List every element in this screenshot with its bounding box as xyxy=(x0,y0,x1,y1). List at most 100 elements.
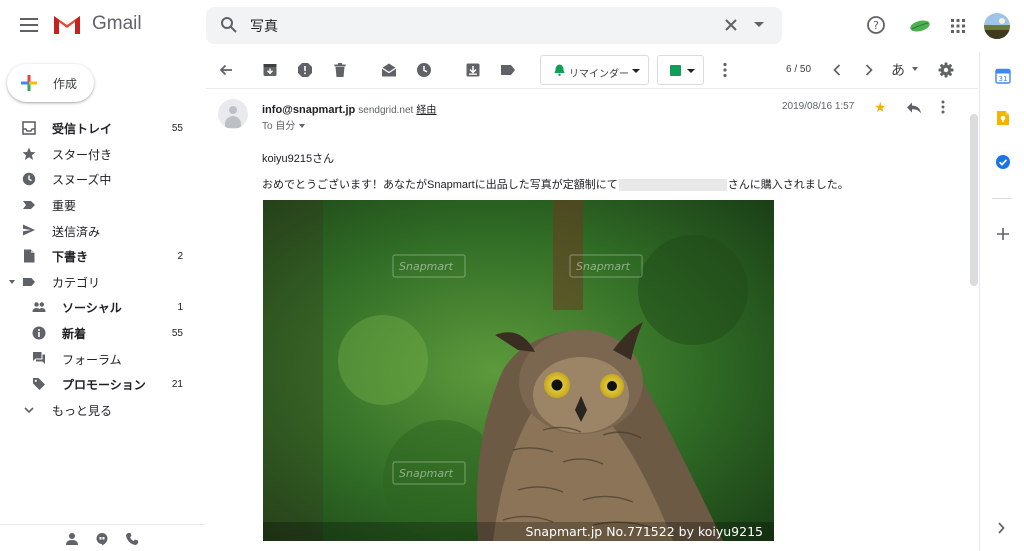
sidebar-item-label: ソーシャル xyxy=(62,301,122,316)
sidebar-item-starred[interactable]: スター付き xyxy=(0,142,205,168)
message-scrollbar[interactable] xyxy=(970,114,978,286)
labels-icon[interactable] xyxy=(500,62,516,78)
input-tools-button[interactable]: あ xyxy=(891,60,905,80)
gmail-app: Gmail ? xyxy=(0,0,1024,551)
watermark-text: Snapmart xyxy=(399,260,454,273)
sidebar-item-important[interactable]: 重要 xyxy=(0,193,205,219)
owl-photo[interactable]: Snapmart Snapmart Snapmart Snapmart.jp N… xyxy=(263,200,774,541)
search-bar[interactable] xyxy=(206,7,782,44)
sidebar-item-snoozed[interactable]: スヌーズ中 xyxy=(0,167,205,193)
body-part-2: が定額制にて xyxy=(551,179,618,191)
back-arrow-icon[interactable] xyxy=(218,62,234,78)
reminder-dropdown[interactable]: リマインダー xyxy=(540,55,649,85)
more-actions-icon[interactable] xyxy=(723,62,727,78)
sidebar-nav: 受信トレイ 55 スター付き スヌーズ中 重要 送信済み 下書き 2 カテゴリ … xyxy=(0,116,205,423)
sidebar-item-label: 新着 xyxy=(62,327,87,342)
greeting-text: koiyu9215さん xyxy=(262,153,335,165)
note-color-dropdown[interactable] xyxy=(657,55,704,85)
sidebar-item-label: 重要 xyxy=(52,199,77,214)
phone-icon[interactable] xyxy=(125,532,139,546)
important-icon xyxy=(23,200,35,209)
top-bar: Gmail ? xyxy=(0,0,1024,52)
bell-icon xyxy=(554,64,565,76)
sidebar-item-updates[interactable]: 新着 55 xyxy=(0,321,205,347)
recipient-details[interactable]: To 自分 xyxy=(262,117,306,132)
message-more-icon[interactable] xyxy=(941,100,945,114)
settings-gear-icon[interactable] xyxy=(938,62,954,78)
sender-avatar[interactable] xyxy=(218,99,248,129)
sidebar-item-more[interactable]: もっと見る xyxy=(0,398,205,424)
body-part-3: さんに購入されました。 xyxy=(727,179,849,191)
sidebar-item-label: 送信済み xyxy=(52,224,101,239)
sidebar-item-count: 55 xyxy=(171,328,183,340)
contacts-icon[interactable] xyxy=(65,532,79,546)
sidebar-item-forums[interactable]: フォーラム xyxy=(0,346,205,372)
compose-button[interactable]: 作成 xyxy=(7,64,94,102)
help-icon[interactable]: ? xyxy=(866,15,886,35)
sidebar-item-label: 下書き xyxy=(52,250,89,265)
message-view: リマインダー 6 / 50 あ info@snapmart.jp sendgri… xyxy=(206,52,978,551)
sender-line: info@snapmart.jp sendgrid.net 経由 xyxy=(262,101,436,116)
get-addons-plus-icon[interactable] xyxy=(995,226,1011,242)
note-icon xyxy=(670,65,681,76)
snooze-icon[interactable] xyxy=(416,62,432,78)
keep-icon[interactable] xyxy=(995,110,1011,126)
star-toggle-icon[interactable]: ★ xyxy=(874,99,887,116)
sidebar-item-label: スヌーズ中 xyxy=(52,173,112,188)
star-icon xyxy=(22,147,36,160)
sender-email[interactable]: info@snapmart.jp xyxy=(262,104,355,116)
hangouts-icon[interactable] xyxy=(95,532,109,546)
sidebar-item-count: 2 xyxy=(177,251,183,263)
sidebar-item-label: スター付き xyxy=(52,147,113,162)
owl-photo-image: Snapmart Snapmart Snapmart Snapmart.jp N… xyxy=(263,200,774,541)
recipient-text: To 自分 xyxy=(262,121,296,132)
expand-caret-icon[interactable] xyxy=(9,279,15,284)
main-menu-button[interactable] xyxy=(18,14,40,36)
reply-icon[interactable] xyxy=(906,101,922,115)
clock-icon xyxy=(22,172,36,186)
apps-grid-icon[interactable] xyxy=(950,18,966,34)
older-chevron-icon[interactable] xyxy=(864,62,874,78)
leaf-addon-icon[interactable] xyxy=(908,18,932,34)
sidebar-item-categories[interactable]: カテゴリ xyxy=(0,270,205,296)
tasks-icon[interactable] xyxy=(995,154,1011,170)
add-to-tasks-icon[interactable] xyxy=(465,62,481,78)
body-part-1: おめでとうございます！あなたがSnapmartに出品した xyxy=(262,179,530,191)
clear-search-icon[interactable] xyxy=(722,16,740,34)
sidebar-item-promotions[interactable]: プロモーション 21 xyxy=(0,372,205,398)
sidebar-item-label: プロモーション xyxy=(62,378,146,393)
report-spam-icon[interactable] xyxy=(297,62,313,78)
via-link[interactable]: 経由 xyxy=(416,105,436,116)
watermark-text: Snapmart xyxy=(399,467,454,480)
search-options-caret-icon[interactable] xyxy=(754,22,764,27)
sidebar-item-label: カテゴリ xyxy=(52,275,101,290)
message-content: info@snapmart.jp sendgrid.net 経由 To 自分 2… xyxy=(206,89,968,551)
search-icon[interactable] xyxy=(220,16,238,34)
input-tools-caret-icon[interactable] xyxy=(912,67,918,71)
delete-icon[interactable] xyxy=(332,62,348,78)
sidebar-item-inbox[interactable]: 受信トレイ 55 xyxy=(0,116,205,142)
archive-icon[interactable] xyxy=(262,62,278,78)
sidebar-item-sent[interactable]: 送信済み xyxy=(0,218,205,244)
search-input[interactable] xyxy=(250,15,690,36)
rail-divider xyxy=(992,198,1012,199)
gmail-logo[interactable]: Gmail xyxy=(52,12,142,36)
message-toolbar: リマインダー 6 / 50 あ xyxy=(206,52,978,89)
compose-label: 作成 xyxy=(53,77,78,91)
newer-chevron-icon[interactable] xyxy=(832,62,842,78)
sidebar-item-label: 受信トレイ xyxy=(52,122,113,137)
reminder-label: リマインダー xyxy=(569,69,629,80)
mark-unread-icon[interactable] xyxy=(381,62,397,78)
account-avatar[interactable] xyxy=(984,13,1010,39)
details-caret-icon xyxy=(299,124,306,129)
tag-icon xyxy=(33,377,45,390)
body-text: おめでとうございます！あなたがSnapmartに出品した写真が定額制にて さんに購… xyxy=(262,176,849,192)
send-icon xyxy=(23,224,35,236)
label-icon xyxy=(23,277,35,286)
expand-panel-chevron-icon[interactable] xyxy=(996,520,1006,536)
photo-caption: Snapmart.jp No.771522 by koiyu9215 xyxy=(526,524,763,539)
sidebar-item-social[interactable]: ソーシャル 1 xyxy=(0,295,205,321)
calendar-icon[interactable]: 31 xyxy=(995,68,1011,84)
sidebar-item-drafts[interactable]: 下書き 2 xyxy=(0,244,205,270)
pagination-counter: 6 / 50 xyxy=(786,64,812,75)
